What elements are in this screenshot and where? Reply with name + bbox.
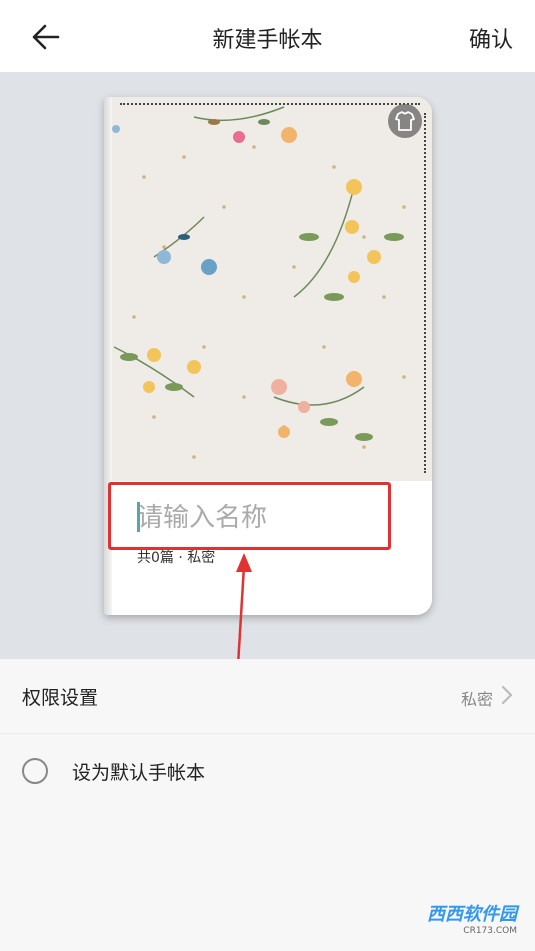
text-cursor xyxy=(137,502,140,532)
top-bar: 新建手帐本 确认 xyxy=(0,0,535,72)
notebook-meta-text: 共0篇 · 私密 xyxy=(137,550,216,566)
stitch-line-right xyxy=(424,113,426,473)
default-notebook-label: 设为默认手帐本 xyxy=(72,762,206,784)
default-radio-button[interactable] xyxy=(22,758,48,784)
default-notebook-row[interactable]: 设为默认手帐本 xyxy=(0,734,535,808)
floral-pattern-image xyxy=(112,106,406,459)
floral-cover-art xyxy=(104,97,432,481)
watermark-url: CR173.COM xyxy=(463,926,517,936)
watermark-logo: 西西软件园 CR173.COM xyxy=(427,900,517,936)
notebook-name-input[interactable] xyxy=(137,498,377,538)
chevron-right-icon xyxy=(501,685,513,705)
page-title: 新建手帐本 xyxy=(212,28,323,53)
watermark-brand: 西西软件园 xyxy=(427,904,517,925)
change-cover-button[interactable] xyxy=(388,104,422,138)
permission-label: 权限设置 xyxy=(22,687,99,709)
permission-setting-row[interactable]: 权限设置 私密 xyxy=(0,659,535,733)
permission-value: 私密 xyxy=(460,690,493,709)
confirm-button[interactable]: 确认 xyxy=(469,22,513,54)
tshirt-icon xyxy=(395,111,415,131)
stitch-line-top xyxy=(120,103,420,105)
